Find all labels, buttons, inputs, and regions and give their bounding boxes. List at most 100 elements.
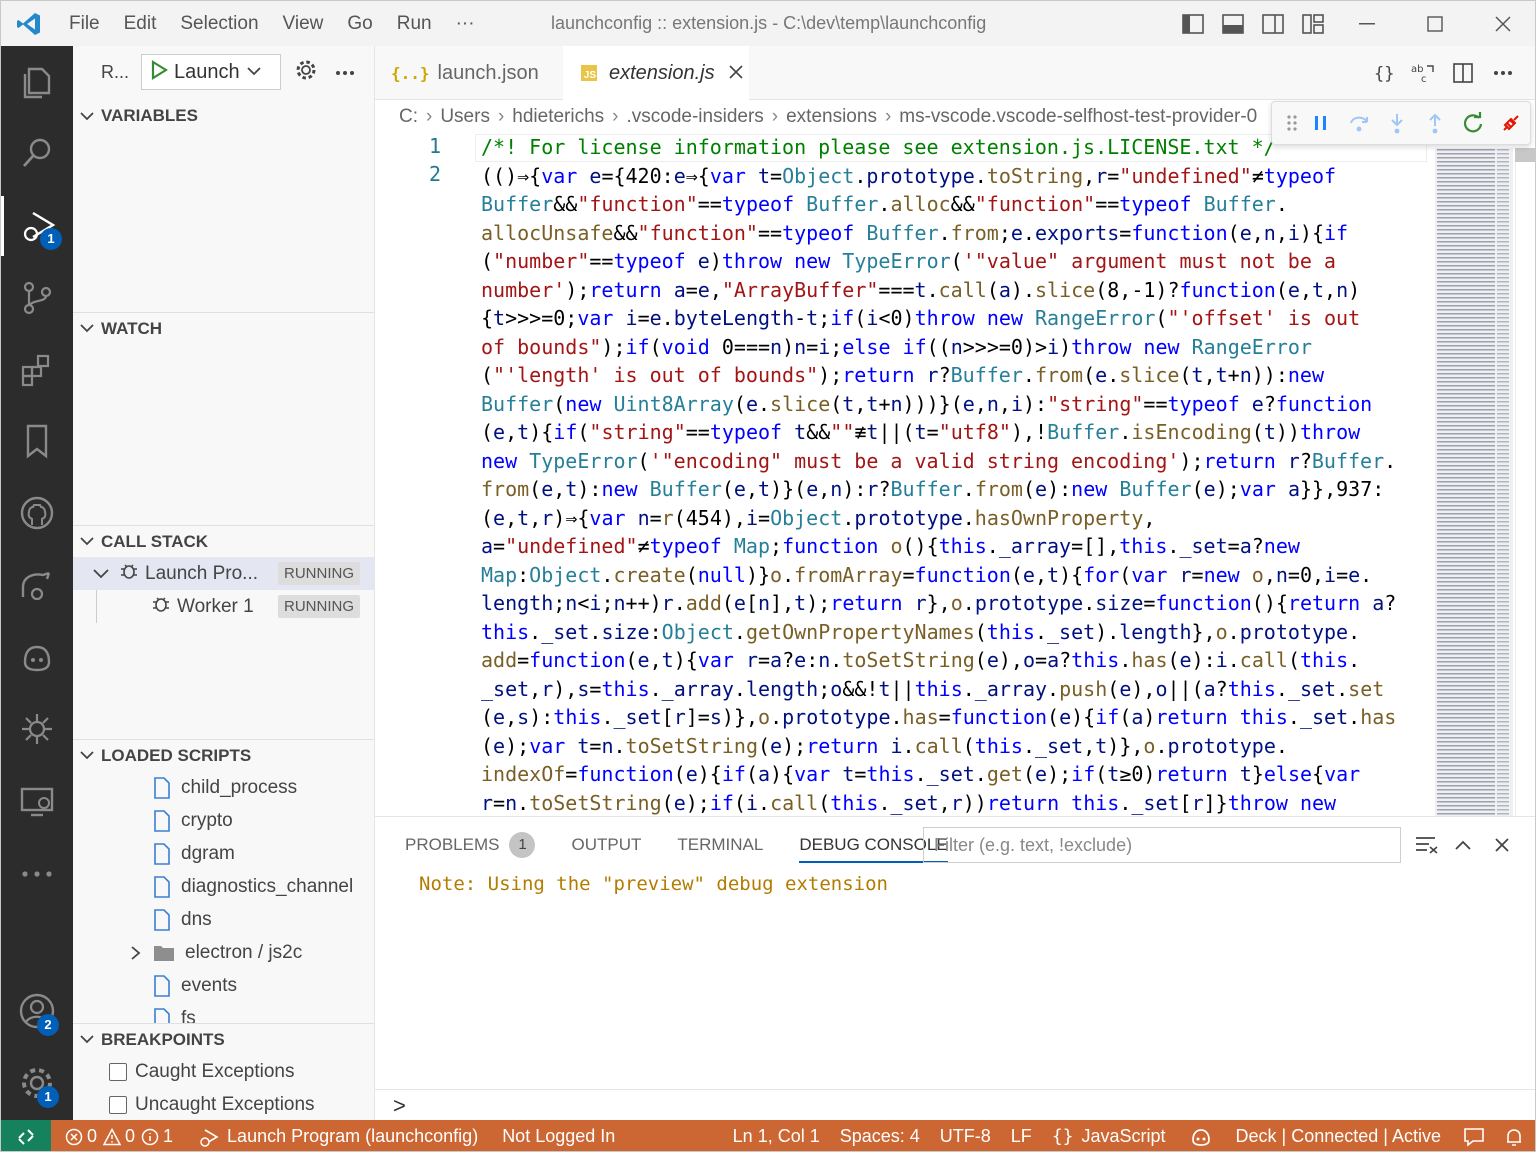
end-of-line[interactable]: LF: [1001, 1120, 1042, 1151]
remote-indicator[interactable]: [1, 1120, 51, 1151]
list-item-folder[interactable]: electron / js2c: [73, 936, 374, 969]
list-item[interactable]: dns: [73, 903, 374, 936]
step-over-icon[interactable]: [1340, 103, 1378, 143]
bookmark-icon[interactable]: [1, 411, 73, 471]
close-window-icon[interactable]: [1469, 1, 1535, 46]
console-input-prompt[interactable]: >: [393, 1093, 406, 1119]
vertical-scrollbar[interactable]: [1515, 148, 1535, 816]
toggle-secondary-sidebar-icon[interactable]: [1253, 1, 1293, 46]
compare-changes-icon[interactable]: ab c: [1403, 62, 1443, 84]
clear-console-icon[interactable]: [1411, 829, 1443, 861]
remote-explorer-icon[interactable]: [1, 555, 73, 615]
open-json-braces-icon[interactable]: {}: [1363, 63, 1403, 83]
callstack-thread-row[interactable]: Worker 1 RUNNING: [73, 590, 374, 623]
loaded-scripts-section-header[interactable]: LOADED SCRIPTS: [73, 739, 374, 771]
menu-more[interactable]: ···: [444, 1, 487, 46]
file-icon: [154, 1007, 170, 1023]
minimap[interactable]: [1435, 148, 1513, 816]
close-panel-icon[interactable]: [1486, 829, 1518, 861]
list-item[interactable]: crypto: [73, 804, 374, 837]
info-icon: [141, 1128, 159, 1145]
console-filter-input[interactable]: Filter (e.g. text, !exclude): [923, 827, 1401, 863]
list-item[interactable]: child_process: [73, 771, 374, 804]
scrollbar-thumb[interactable]: [1515, 148, 1535, 162]
github-icon[interactable]: [1, 483, 73, 543]
tab-problems[interactable]: PROBLEMS 1: [405, 817, 536, 873]
problems-status[interactable]: 0 0 1: [51, 1120, 183, 1151]
cursor-position[interactable]: Ln 1, Col 1: [723, 1120, 830, 1151]
deck-status[interactable]: Deck | Connected | Active: [1226, 1120, 1451, 1151]
list-item[interactable]: dgram: [73, 837, 374, 870]
code-text: /*! For license information please see e…: [481, 135, 1397, 815]
split-editor-icon[interactable]: [1443, 63, 1483, 83]
menu-file[interactable]: File: [57, 1, 112, 46]
kubernetes-icon[interactable]: [1, 699, 73, 759]
code-editor[interactable]: 1 2 /*! For license information please s…: [375, 134, 1435, 816]
search-icon[interactable]: [1, 123, 73, 183]
checkbox[interactable]: [109, 1095, 127, 1114]
restart-icon[interactable]: [1454, 103, 1492, 143]
breadcrumb-item[interactable]: ms-vscode.vscode-selfhost-test-provider-…: [899, 106, 1257, 128]
list-item[interactable]: diagnostics_channel: [73, 870, 374, 903]
close-tab-icon[interactable]: [729, 62, 743, 85]
indentation[interactable]: Spaces: 4: [830, 1120, 930, 1151]
breadcrumb-item[interactable]: C:: [399, 106, 418, 128]
extensions-icon[interactable]: [1, 340, 73, 400]
toggle-panel-icon[interactable]: [1213, 1, 1253, 46]
manage-gear-icon[interactable]: 1: [1, 1053, 73, 1113]
explorer-icon[interactable]: [1, 51, 73, 111]
run-and-debug-icon[interactable]: 1: [1, 196, 73, 256]
menu-run[interactable]: Run: [385, 1, 444, 46]
breadcrumb-item[interactable]: Users: [440, 106, 490, 128]
customize-layout-icon[interactable]: [1293, 1, 1333, 46]
step-into-icon[interactable]: [1378, 103, 1416, 143]
callstack-section-header[interactable]: CALL STACK: [73, 525, 374, 557]
menu-selection[interactable]: Selection: [168, 1, 270, 46]
step-out-icon[interactable]: [1416, 103, 1454, 143]
login-status[interactable]: Not Logged In: [488, 1120, 625, 1151]
start-debugging-icon[interactable]: [150, 59, 169, 85]
copilot-icon[interactable]: [1, 627, 73, 687]
tab-output[interactable]: OUTPUT: [571, 817, 641, 873]
maximize-panel-icon[interactable]: [1447, 829, 1479, 861]
more-views-icon[interactable]: [1, 844, 73, 904]
accounts-icon[interactable]: 2: [1, 981, 73, 1041]
breadcrumb-item[interactable]: extensions: [786, 106, 877, 128]
drag-handle-icon[interactable]: [1282, 114, 1302, 132]
maximize-icon[interactable]: [1401, 1, 1469, 46]
more-actions-icon[interactable]: [335, 63, 355, 81]
breakpoint-caught-exceptions[interactable]: Caught Exceptions: [73, 1055, 374, 1088]
debug-session-status[interactable]: Launch Program (launchconfig): [183, 1120, 488, 1151]
breakpoint-uncaught-exceptions[interactable]: Uncaught Exceptions: [73, 1088, 374, 1120]
disconnect-icon[interactable]: [1492, 103, 1530, 143]
variables-section-header[interactable]: VARIABLES: [73, 100, 374, 132]
minimize-icon[interactable]: [1333, 1, 1401, 46]
more-actions-icon[interactable]: [1483, 70, 1523, 76]
list-item[interactable]: events: [73, 969, 374, 1002]
breadcrumb-item[interactable]: .vscode-insiders: [627, 106, 764, 128]
callstack-session-row[interactable]: Launch Pro... RUNNING: [73, 557, 374, 590]
notifications-bell-icon[interactable]: [1497, 1120, 1535, 1151]
menu-view[interactable]: View: [271, 1, 336, 46]
pause-icon[interactable]: [1302, 103, 1340, 143]
tab-launch-json[interactable]: {..} launch.json: [375, 46, 561, 100]
encoding[interactable]: UTF-8: [930, 1120, 1001, 1151]
remote-window-icon[interactable]: [1, 772, 73, 832]
breadcrumb-item[interactable]: hdieterichs: [512, 106, 604, 128]
language-mode[interactable]: {} JavaScript: [1042, 1120, 1176, 1151]
copilot-status-icon[interactable]: [1176, 1120, 1226, 1151]
open-launch-json-gear-icon[interactable]: [295, 59, 317, 86]
toggle-primary-sidebar-icon[interactable]: [1173, 1, 1213, 46]
launch-config-select[interactable]: Launch: [141, 54, 282, 90]
breakpoints-section-header[interactable]: BREAKPOINTS: [73, 1023, 374, 1055]
watch-section-header[interactable]: WATCH: [73, 312, 374, 344]
json-file-icon: {..}: [391, 63, 430, 83]
tab-terminal[interactable]: TERMINAL: [677, 817, 763, 873]
tab-extension-js[interactable]: JS extension.js: [563, 46, 749, 100]
checkbox[interactable]: [109, 1062, 127, 1081]
list-item[interactable]: fs: [73, 1002, 374, 1023]
source-control-icon[interactable]: [1, 268, 73, 328]
menu-edit[interactable]: Edit: [112, 1, 169, 46]
menu-go[interactable]: Go: [335, 1, 384, 46]
feedback-icon[interactable]: [1451, 1120, 1497, 1151]
